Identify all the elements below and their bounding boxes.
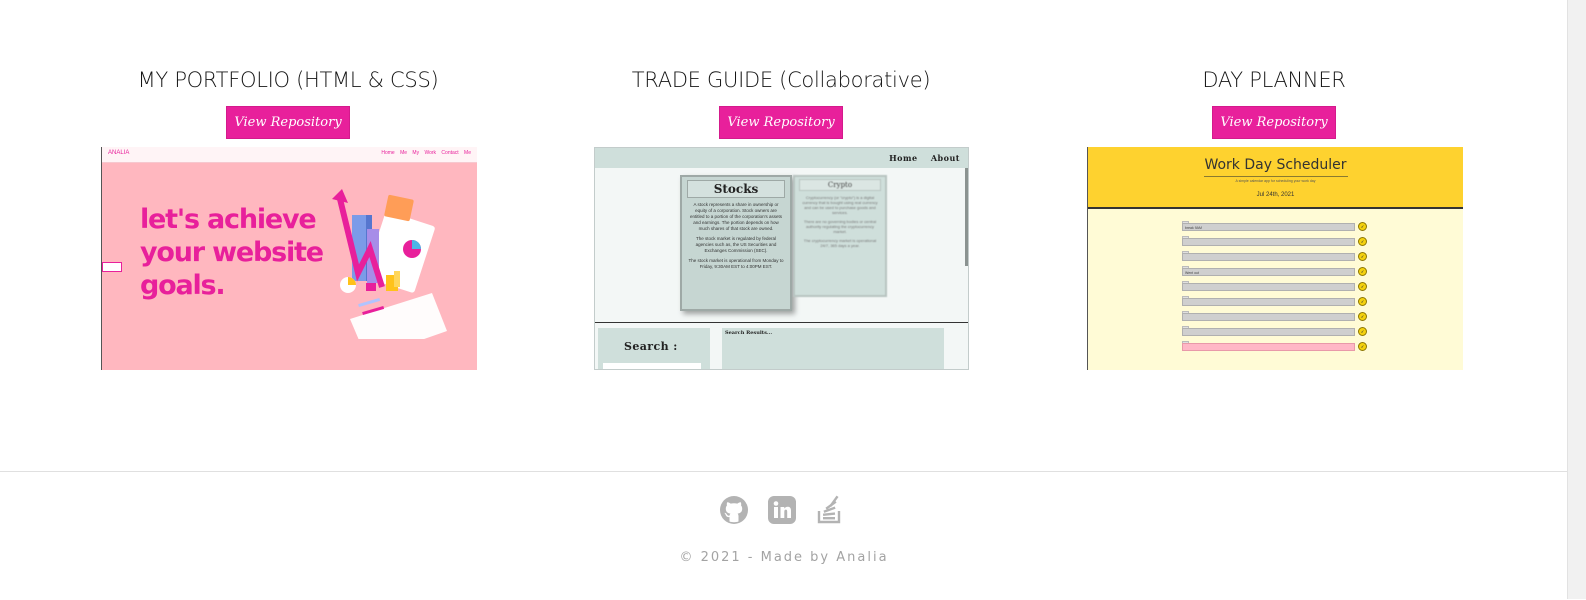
crypto-card: Crypto Cryptocurrency (or "crypto") is a…: [793, 175, 887, 297]
trade-guide-preview-image[interactable]: Home About Stocks A stock represents a s…: [594, 147, 969, 370]
project-title: DAY PLANNER: [1202, 68, 1346, 92]
planner-subtitle: A simple calendar app for scheduling you…: [1235, 179, 1316, 183]
crypto-title: Crypto: [799, 179, 881, 191]
save-icon: ✓: [1358, 222, 1367, 231]
page-scrollbar[interactable]: [1567, 0, 1586, 599]
preview-nav-links: Home Me My Work Contact Me: [381, 150, 471, 156]
project-card-portfolio: MY PORTFOLIO (HTML & CSS) View Repositor…: [98, 62, 478, 370]
day-planner-preview-image[interactable]: Work Day Scheduler A simple calendar app…: [1087, 147, 1463, 370]
search-input: [603, 363, 701, 369]
time-block-input: [1182, 298, 1355, 306]
preview-nav: ANALIA Home Me My Work Contact Me: [102, 147, 477, 163]
preview-divider: [595, 322, 968, 323]
preview-logo: ANALIA: [108, 150, 130, 156]
project-title: MY PORTFOLIO (HTML & CSS): [137, 68, 439, 92]
stocks-text: A stock represents a share in ownership …: [690, 202, 782, 231]
save-icon: ✓: [1358, 327, 1367, 336]
chart-illustration: [332, 189, 447, 339]
crypto-text: Cryptocurrency (or "crypto") is a digita…: [802, 195, 878, 215]
time-block-input: [1182, 328, 1355, 336]
crypto-text: There are no governing bodies or central…: [803, 219, 877, 234]
save-icon: ✓: [1358, 282, 1367, 291]
preview-scrollbar: [965, 168, 968, 266]
time-block-input: [1182, 343, 1355, 351]
view-repository-button[interactable]: View Repository: [1212, 106, 1336, 139]
save-icon: ✓: [1358, 267, 1367, 276]
save-icon: ✓: [1358, 297, 1367, 306]
footer: © 2021 - Made by Analia: [0, 471, 1568, 600]
time-block-input: [1182, 283, 1355, 291]
time-block-input: break 9AM: [1182, 223, 1355, 231]
preview-side-tab: [102, 262, 122, 272]
planner-title: Work Day Scheduler: [1204, 157, 1347, 173]
project-card-day-planner: DAY PLANNER View Repository Work Day Sch…: [1084, 62, 1464, 370]
view-repository-button[interactable]: View Repository: [719, 106, 843, 139]
stackoverflow-icon[interactable]: [815, 495, 845, 525]
save-icon: ✓: [1358, 237, 1367, 246]
preview-nav-links: Home About: [889, 153, 960, 163]
preview-headline: let's achieve your website goals.: [140, 204, 324, 301]
save-icon: ✓: [1358, 342, 1367, 351]
stocks-card: Stocks A stock represents a share in own…: [680, 175, 792, 311]
copyright-text: © 2021 - Made by Analia: [679, 550, 889, 565]
stocks-title: Stocks: [687, 180, 785, 198]
results-label: Search Results...: [725, 330, 773, 336]
planner-date: Jul 24th, 2021: [1256, 192, 1295, 198]
search-label: Search :: [624, 340, 678, 353]
stocks-text: The stock market is operational from Mon…: [688, 258, 784, 269]
crypto-text: The cryptocurrency market is operational…: [803, 238, 877, 248]
save-icon: ✓: [1358, 252, 1367, 261]
time-block-input: [1182, 238, 1355, 246]
time-block-input: [1182, 313, 1355, 321]
time-block-input: Went out: [1182, 268, 1355, 276]
project-title: TRADE GUIDE (Collaborative): [631, 68, 931, 92]
linkedin-icon[interactable]: [767, 495, 797, 525]
view-repository-button[interactable]: View Repository: [226, 106, 350, 139]
time-block-input: [1182, 253, 1355, 261]
save-icon: ✓: [1358, 312, 1367, 321]
project-card-trade-guide: TRADE GUIDE (Collaborative) View Reposit…: [591, 62, 971, 370]
planner-divider: [1203, 176, 1348, 177]
projects-section: MY PORTFOLIO (HTML & CSS) View Repositor…: [0, 0, 1568, 471]
portfolio-preview-image[interactable]: ANALIA Home Me My Work Contact Me let's …: [101, 147, 477, 370]
github-icon[interactable]: [719, 495, 749, 525]
stocks-text: The stock market is regulated by federal…: [695, 236, 777, 253]
preview-nav: Home About: [595, 148, 968, 168]
planner-header: Work Day Scheduler A simple calendar app…: [1088, 147, 1463, 209]
